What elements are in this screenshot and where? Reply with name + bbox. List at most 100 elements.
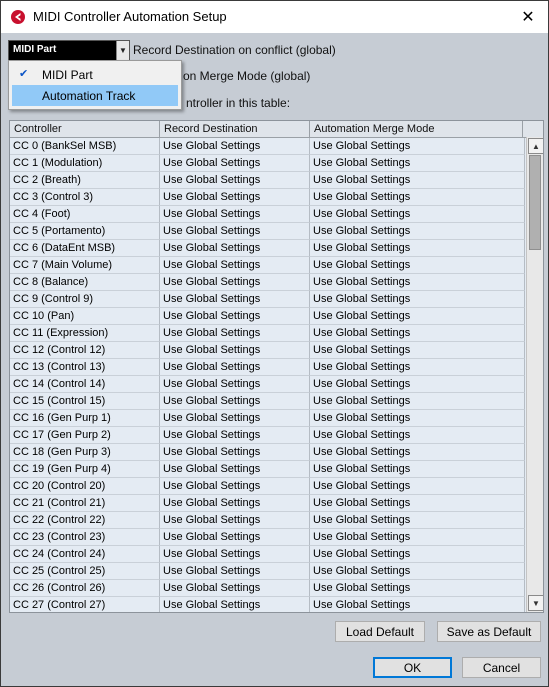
menu-item-midi-part[interactable]: ✔ MIDI Part (12, 64, 178, 85)
cancel-button[interactable]: Cancel (462, 657, 541, 678)
table-row[interactable]: CC 25 (Control 25) Use Global Settings Use… (10, 563, 525, 580)
merge-mode-cell[interactable]: Use Global Settings (310, 444, 525, 461)
record-destination-cell[interactable]: Use Global Settings (160, 529, 310, 546)
record-destination-combo[interactable]: MIDI Part ▼ (8, 40, 130, 61)
merge-mode-cell[interactable]: Use Global Settings (310, 563, 525, 580)
record-destination-cell[interactable]: Use Global Settings (160, 172, 310, 189)
merge-mode-cell[interactable]: Use Global Settings (310, 427, 525, 444)
table-row[interactable]: CC 9 (Control 9) Use Global Settings Use G… (10, 291, 525, 308)
merge-mode-cell[interactable]: Use Global Settings (310, 376, 525, 393)
table-row[interactable]: CC 14 (Control 14) Use Global Settings Use… (10, 376, 525, 393)
merge-mode-cell[interactable]: Use Global Settings (310, 274, 525, 291)
merge-mode-cell[interactable]: Use Global Settings (310, 342, 525, 359)
close-icon[interactable]: ✕ (508, 1, 548, 33)
table-row[interactable]: CC 4 (Foot) Use Global Settings Use Global… (10, 206, 525, 223)
scroll-down-icon[interactable]: ▼ (528, 595, 543, 611)
record-destination-cell[interactable]: Use Global Settings (160, 308, 310, 325)
record-destination-cell[interactable]: Use Global Settings (160, 393, 310, 410)
merge-mode-cell[interactable]: Use Global Settings (310, 291, 525, 308)
merge-mode-cell[interactable]: Use Global Settings (310, 325, 525, 342)
record-destination-cell[interactable]: Use Global Settings (160, 461, 310, 478)
record-destination-cell[interactable]: Use Global Settings (160, 410, 310, 427)
record-destination-cell[interactable]: Use Global Settings (160, 563, 310, 580)
merge-mode-cell[interactable]: Use Global Settings (310, 359, 525, 376)
table-row[interactable]: CC 8 (Balance) Use Global Settings Use Glo… (10, 274, 525, 291)
header-controller[interactable]: Controller (10, 121, 160, 137)
table-row[interactable]: CC 21 (Control 21) Use Global Settings Use… (10, 495, 525, 512)
table-row[interactable]: CC 24 (Control 24) Use Global Settings Use… (10, 546, 525, 563)
table-row[interactable]: CC 26 (Control 26) Use Global Settings Use… (10, 580, 525, 597)
merge-mode-cell[interactable]: Use Global Settings (310, 580, 525, 597)
table-row[interactable]: CC 19 (Gen Purp 4) Use Global Settings Use… (10, 461, 525, 478)
record-destination-cell[interactable]: Use Global Settings (160, 478, 310, 495)
merge-mode-cell[interactable]: Use Global Settings (310, 393, 525, 410)
merge-mode-cell[interactable]: Use Global Settings (310, 529, 525, 546)
record-destination-cell[interactable]: Use Global Settings (160, 274, 310, 291)
table-row[interactable]: CC 23 (Control 23) Use Global Settings Use… (10, 529, 525, 546)
table-row[interactable]: CC 27 (Control 27) Use Global Settings Use… (10, 597, 525, 612)
record-destination-cell[interactable]: Use Global Settings (160, 427, 310, 444)
table-row[interactable]: CC 16 (Gen Purp 1) Use Global Settings Use… (10, 410, 525, 427)
load-default-button[interactable]: Load Default (335, 621, 425, 642)
table-row[interactable]: CC 15 (Control 15) Use Global Settings Use… (10, 393, 525, 410)
record-destination-cell[interactable]: Use Global Settings (160, 257, 310, 274)
merge-mode-cell[interactable]: Use Global Settings (310, 597, 525, 612)
merge-mode-cell[interactable]: Use Global Settings (310, 206, 525, 223)
table-row[interactable]: CC 0 (BankSel MSB) Use Global Settings Use… (10, 138, 525, 155)
record-destination-cell[interactable]: Use Global Settings (160, 376, 310, 393)
record-destination-cell[interactable]: Use Global Settings (160, 155, 310, 172)
record-destination-cell[interactable]: Use Global Settings (160, 325, 310, 342)
record-destination-cell[interactable]: Use Global Settings (160, 342, 310, 359)
table-row[interactable]: CC 6 (DataEnt MSB) Use Global Settings Use… (10, 240, 525, 257)
header-merge-mode[interactable]: Automation Merge Mode (310, 121, 523, 137)
table-row[interactable]: CC 11 (Expression) Use Global Settings Use… (10, 325, 525, 342)
table-row[interactable]: CC 13 (Control 13) Use Global Settings Use… (10, 359, 525, 376)
merge-mode-cell[interactable]: Use Global Settings (310, 308, 525, 325)
record-destination-cell[interactable]: Use Global Settings (160, 138, 310, 155)
record-destination-cell[interactable]: Use Global Settings (160, 512, 310, 529)
record-destination-cell[interactable]: Use Global Settings (160, 359, 310, 376)
merge-mode-cell[interactable]: Use Global Settings (310, 172, 525, 189)
table-row[interactable]: CC 12 (Control 12) Use Global Settings Use… (10, 342, 525, 359)
record-destination-cell[interactable]: Use Global Settings (160, 580, 310, 597)
scroll-thumb[interactable] (529, 155, 541, 250)
menu-item-automation-track[interactable]: Automation Track (12, 85, 178, 106)
table-row[interactable]: CC 2 (Breath) Use Global Settings Use Glob… (10, 172, 525, 189)
record-destination-cell[interactable]: Use Global Settings (160, 495, 310, 512)
merge-mode-cell[interactable]: Use Global Settings (310, 189, 525, 206)
record-destination-cell[interactable]: Use Global Settings (160, 206, 310, 223)
record-destination-cell[interactable]: Use Global Settings (160, 597, 310, 612)
chevron-down-icon[interactable]: ▼ (116, 41, 129, 60)
table-row[interactable]: CC 20 (Control 20) Use Global Settings Use… (10, 478, 525, 495)
merge-mode-cell[interactable]: Use Global Settings (310, 478, 525, 495)
record-destination-cell[interactable]: Use Global Settings (160, 546, 310, 563)
table-row[interactable]: CC 22 (Control 22) Use Global Settings Use… (10, 512, 525, 529)
table-row[interactable]: CC 18 (Gen Purp 3) Use Global Settings Use… (10, 444, 525, 461)
merge-mode-cell[interactable]: Use Global Settings (310, 410, 525, 427)
record-destination-cell[interactable]: Use Global Settings (160, 223, 310, 240)
ok-button[interactable]: OK (373, 657, 452, 678)
merge-mode-cell[interactable]: Use Global Settings (310, 257, 525, 274)
record-destination-cell[interactable]: Use Global Settings (160, 444, 310, 461)
table-row[interactable]: CC 3 (Control 3) Use Global Settings Use G… (10, 189, 525, 206)
merge-mode-cell[interactable]: Use Global Settings (310, 461, 525, 478)
merge-mode-cell[interactable]: Use Global Settings (310, 138, 525, 155)
vertical-scrollbar[interactable]: ▲ ▼ (526, 137, 543, 612)
record-destination-cell[interactable]: Use Global Settings (160, 291, 310, 308)
title-bar[interactable]: MIDI Controller Automation Setup ✕ (1, 1, 548, 33)
scroll-up-icon[interactable]: ▲ (528, 138, 543, 154)
table-row[interactable]: CC 10 (Pan) Use Global Settings Use Global… (10, 308, 525, 325)
merge-mode-cell[interactable]: Use Global Settings (310, 512, 525, 529)
merge-mode-cell[interactable]: Use Global Settings (310, 240, 525, 257)
header-record-destination[interactable]: Record Destination (160, 121, 310, 137)
merge-mode-cell[interactable]: Use Global Settings (310, 223, 525, 240)
table-row[interactable]: CC 17 (Gen Purp 2) Use Global Settings Use… (10, 427, 525, 444)
merge-mode-cell[interactable]: Use Global Settings (310, 546, 525, 563)
record-destination-cell[interactable]: Use Global Settings (160, 189, 310, 206)
table-row[interactable]: CC 1 (Modulation) Use Global Settings Use … (10, 155, 525, 172)
record-destination-cell[interactable]: Use Global Settings (160, 240, 310, 257)
save-as-default-button[interactable]: Save as Default (437, 621, 541, 642)
merge-mode-cell[interactable]: Use Global Settings (310, 495, 525, 512)
table-row[interactable]: CC 5 (Portamento) Use Global Settings Use … (10, 223, 525, 240)
merge-mode-cell[interactable]: Use Global Settings (310, 155, 525, 172)
